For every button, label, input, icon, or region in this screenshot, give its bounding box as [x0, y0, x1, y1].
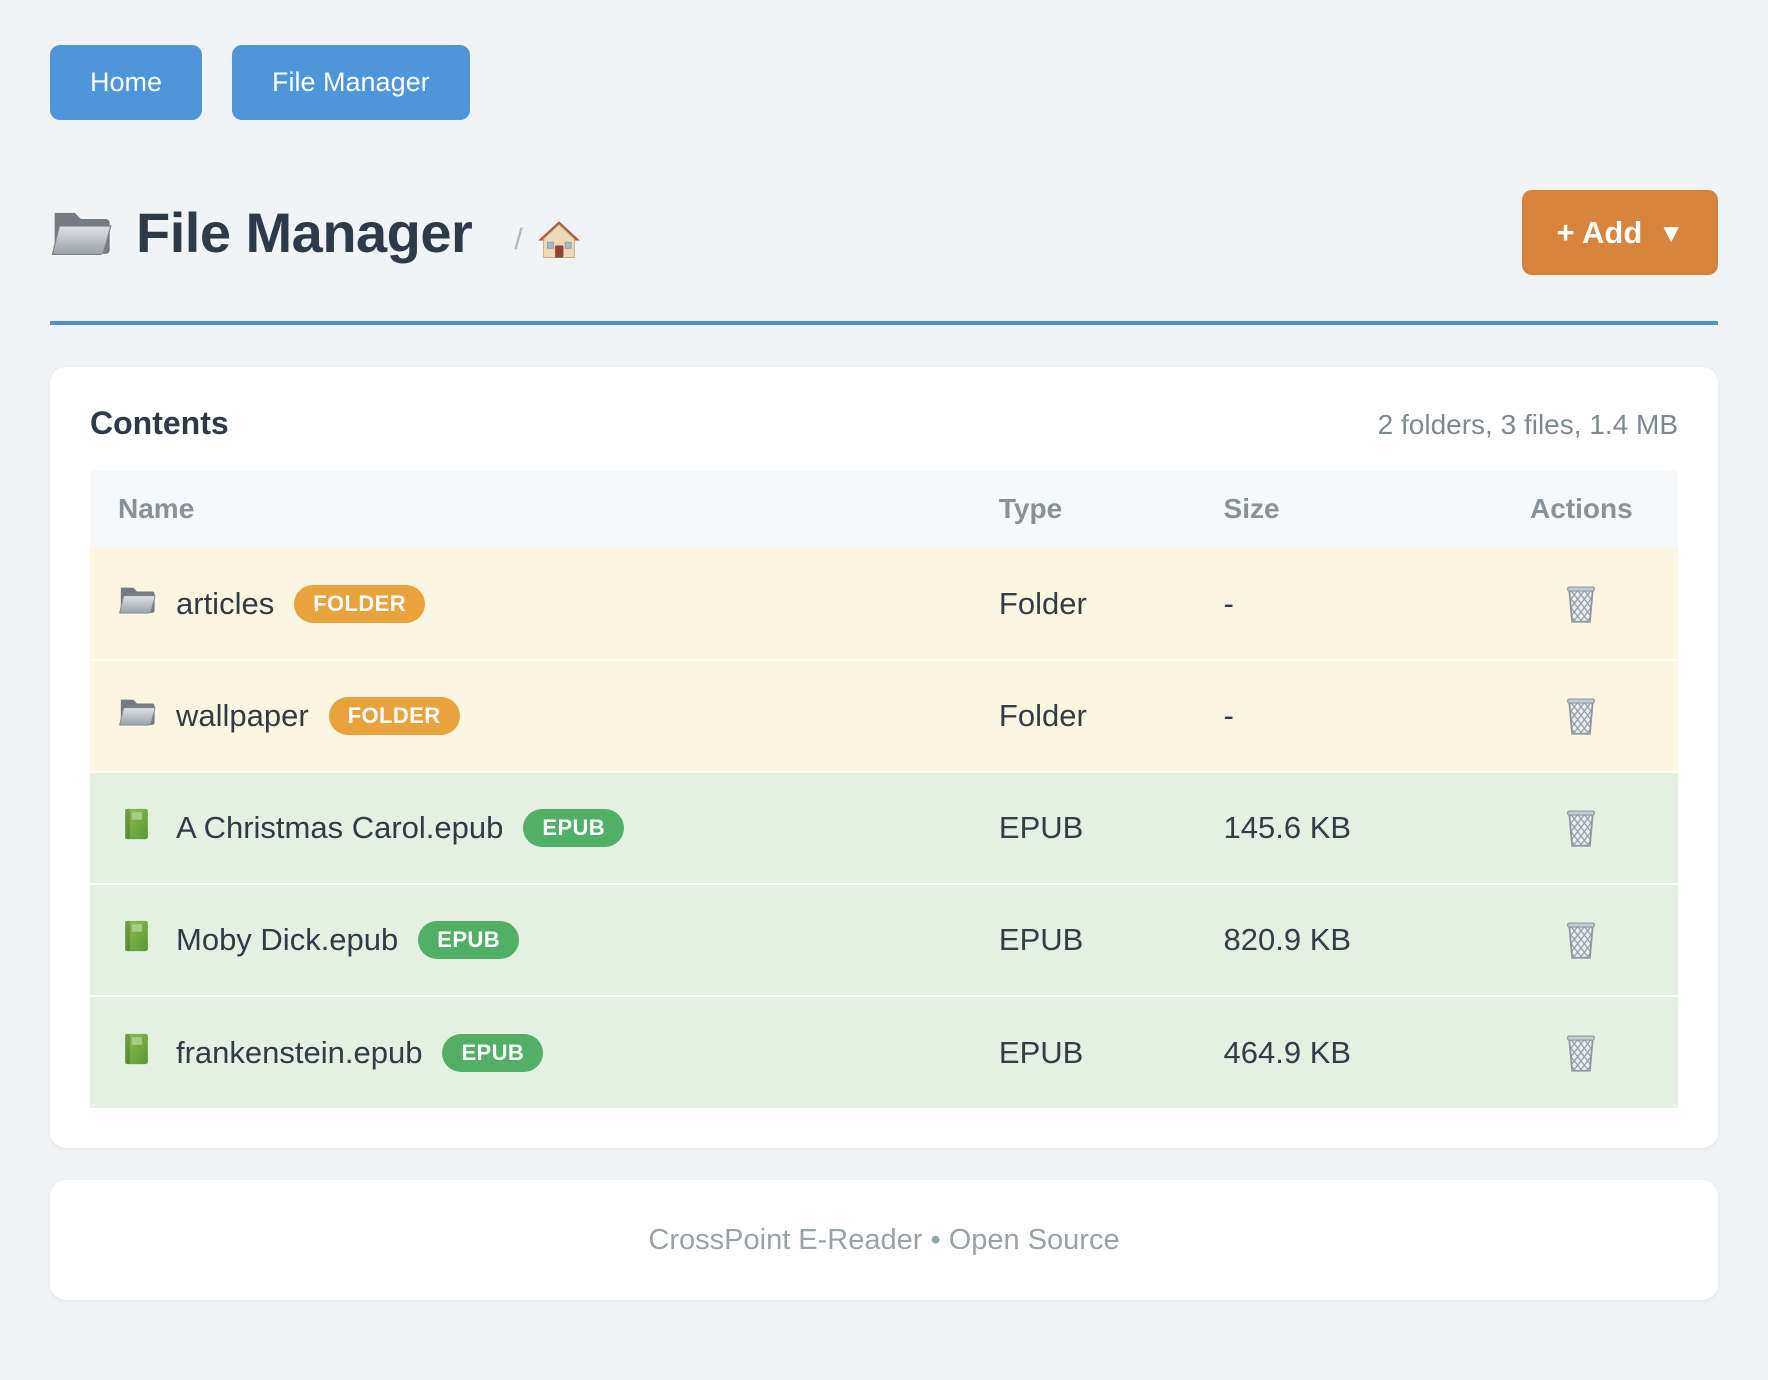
file-name[interactable]: frankenstein.epub: [176, 1035, 422, 1071]
name-cell: articles FOLDER: [90, 583, 999, 625]
column-header-size: Size: [1224, 470, 1485, 548]
table-row[interactable]: wallpaper FOLDER Folder -: [90, 660, 1678, 772]
type-cell: EPUB: [999, 996, 1224, 1108]
column-header-type: Type: [999, 470, 1224, 548]
trash-icon: [1563, 584, 1599, 624]
name-cell: wallpaper FOLDER: [90, 695, 999, 737]
file-type-badge: EPUB: [442, 1034, 543, 1072]
add-button[interactable]: + Add ▼: [1522, 190, 1718, 275]
add-button-label: + Add: [1556, 217, 1642, 248]
table-body: articles FOLDER Folder -: [90, 548, 1678, 1108]
delete-button[interactable]: [1559, 580, 1603, 628]
size-cell: 145.6 KB: [1224, 772, 1485, 884]
table-row[interactable]: frankenstein.epub EPUB EPUB 464.9 KB: [90, 996, 1678, 1108]
chevron-down-icon: ▼: [1658, 220, 1684, 246]
size-cell: -: [1224, 660, 1485, 772]
name-cell: Moby Dick.epub EPUB: [90, 919, 999, 961]
file-type-badge: FOLDER: [329, 697, 460, 735]
contents-heading: Contents: [90, 405, 229, 442]
type-cell: Folder: [999, 548, 1224, 660]
contents-summary: 2 folders, 3 files, 1.4 MB: [1378, 409, 1678, 441]
type-cell: Folder: [999, 660, 1224, 772]
file-type-badge: EPUB: [523, 809, 624, 847]
breadcrumb: /: [514, 219, 580, 261]
header-row: File Manager / + Add ▼: [50, 190, 1718, 275]
column-header-actions: Actions: [1485, 470, 1678, 548]
delete-button[interactable]: [1559, 692, 1603, 740]
type-cell: EPUB: [999, 772, 1224, 884]
file-type-badge: FOLDER: [294, 585, 425, 623]
file-name[interactable]: articles: [176, 586, 274, 622]
header-divider: [50, 321, 1718, 325]
type-cell: EPUB: [999, 884, 1224, 996]
file-name[interactable]: Moby Dick.epub: [176, 922, 398, 958]
page: Home File Manager File Manager / + Add ▼…: [0, 0, 1768, 1300]
trash-icon: [1563, 1033, 1599, 1073]
page-title: File Manager: [136, 200, 472, 265]
size-cell: -: [1224, 548, 1485, 660]
breadcrumb-separator: /: [514, 223, 522, 257]
name-cell: frankenstein.epub EPUB: [90, 1032, 999, 1074]
trash-icon: [1563, 808, 1599, 848]
book-icon: [118, 807, 156, 849]
title-group: File Manager /: [50, 200, 581, 265]
file-type-badge: EPUB: [418, 921, 519, 959]
table-row[interactable]: A Christmas Carol.epub EPUB EPUB 145.6 K…: [90, 772, 1678, 884]
file-name[interactable]: wallpaper: [176, 698, 309, 734]
name-cell: A Christmas Carol.epub EPUB: [90, 807, 999, 849]
table-row[interactable]: articles FOLDER Folder -: [90, 548, 1678, 660]
size-cell: 464.9 KB: [1224, 996, 1485, 1108]
footer-text: CrossPoint E-Reader • Open Source: [648, 1224, 1119, 1257]
file-name[interactable]: A Christmas Carol.epub: [176, 810, 503, 846]
folder-icon: [118, 583, 156, 625]
book-icon: [118, 1032, 156, 1074]
file-table: Name Type Size Actions articles: [90, 470, 1678, 1108]
nav-buttons: Home File Manager: [50, 45, 1718, 120]
home-icon[interactable]: [537, 219, 581, 261]
size-cell: 820.9 KB: [1224, 884, 1485, 996]
trash-icon: [1563, 920, 1599, 960]
nav-button-home[interactable]: Home: [50, 45, 202, 120]
contents-card: Contents 2 folders, 3 files, 1.4 MB Name…: [50, 367, 1718, 1148]
footer-card: CrossPoint E-Reader • Open Source: [50, 1180, 1718, 1300]
delete-button[interactable]: [1559, 804, 1603, 852]
delete-button[interactable]: [1559, 916, 1603, 964]
delete-button[interactable]: [1559, 1029, 1603, 1077]
nav-button-file-manager[interactable]: File Manager: [232, 45, 470, 120]
folder-icon: [118, 695, 156, 737]
table-row[interactable]: Moby Dick.epub EPUB EPUB 820.9 KB: [90, 884, 1678, 996]
contents-card-header: Contents 2 folders, 3 files, 1.4 MB: [90, 405, 1678, 442]
trash-icon: [1563, 696, 1599, 736]
folder-icon: [50, 206, 112, 260]
table-header: Name Type Size Actions: [90, 470, 1678, 548]
book-icon: [118, 919, 156, 961]
column-header-name: Name: [90, 470, 999, 548]
